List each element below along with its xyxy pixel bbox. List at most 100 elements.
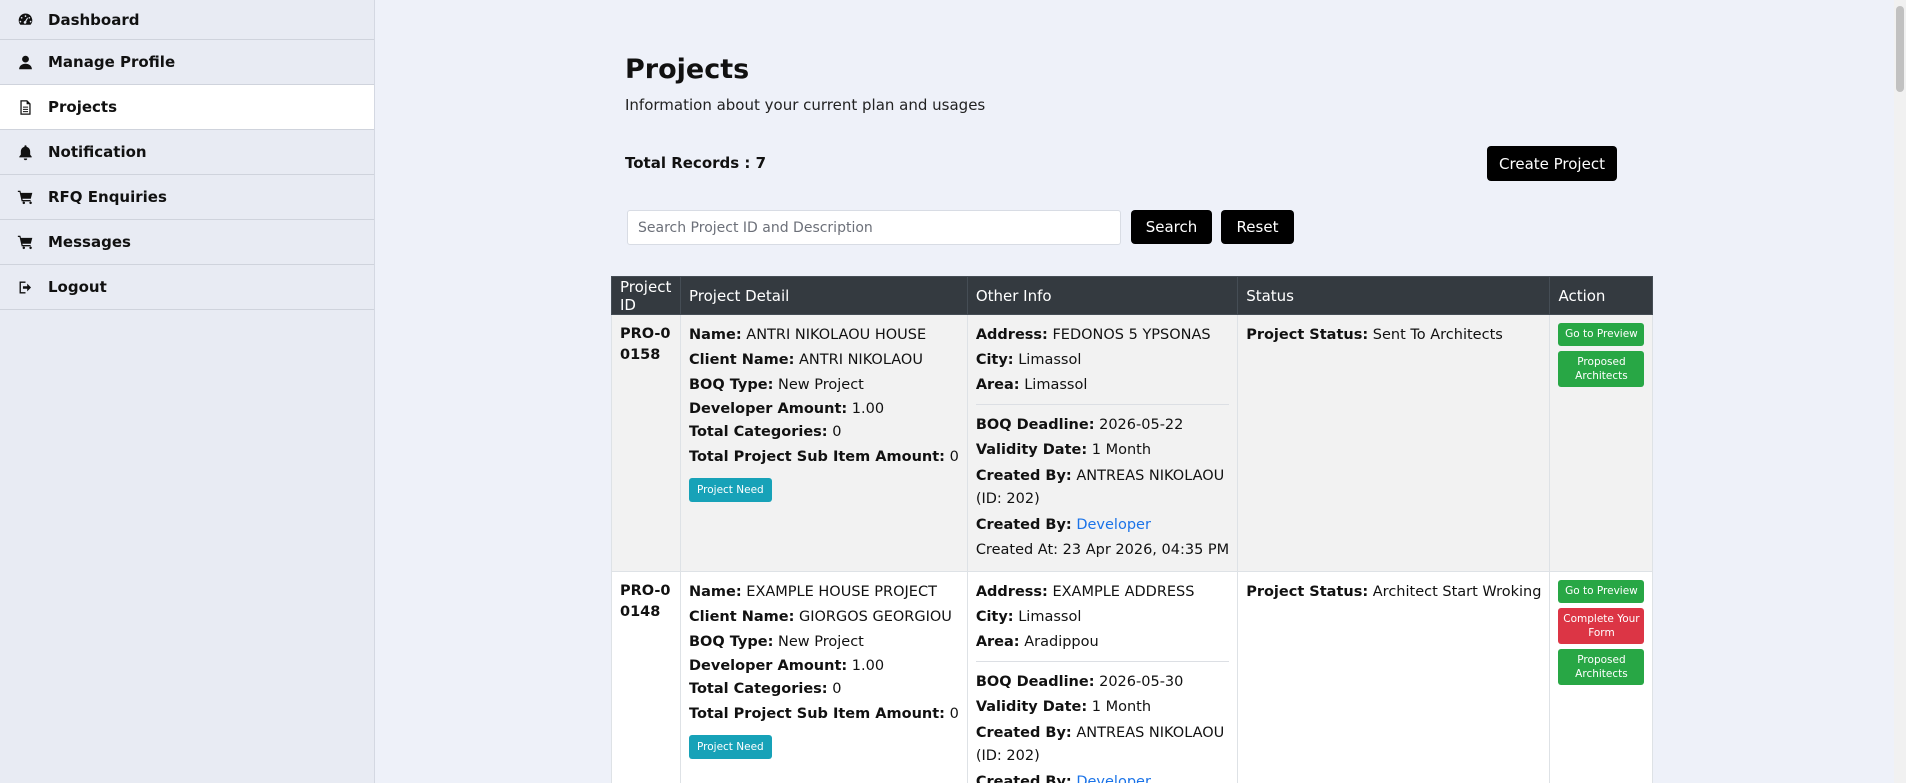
info-created-by: Created By: ANTREAS NIKOLAOU (ID: 202) — [976, 722, 1229, 768]
label: Client Name: — [689, 352, 795, 368]
proposed-architects-button[interactable]: Proposed Architects — [1558, 351, 1645, 387]
value: Sent To Architects — [1372, 327, 1503, 343]
sidebar-item-label: Manage Profile — [48, 53, 176, 71]
info-created-by-role: Created By: Developer — [976, 513, 1229, 538]
table-header-row: Project ID Project Detail Other Info Sta… — [611, 276, 1654, 315]
label: Developer Amount: — [689, 401, 848, 417]
complete-your-form-button[interactable]: Complete Your Form — [1558, 608, 1645, 644]
go-to-preview-button[interactable]: Go to Preview — [1558, 323, 1645, 346]
projects-table: Project ID Project Detail Other Info Sta… — [611, 276, 1654, 783]
divider — [975, 661, 1230, 662]
detail-boq-type: BOQ Type: New Project — [689, 630, 959, 655]
project-status: Project Status: Sent To Architects — [1246, 323, 1541, 348]
sidebar-item-messages[interactable]: Messages — [0, 220, 374, 265]
value: FEDONOS 5 YPSONAS — [1052, 327, 1211, 343]
label: City: — [975, 609, 1014, 625]
label: Project Status: — [1246, 327, 1369, 343]
sidebar-item-rfq-enquiries[interactable]: RFQ Enquiries — [0, 175, 374, 220]
cell-project-detail: Name: ANTRI NIKOLAOU HOUSE Client Name: … — [680, 314, 968, 572]
value: 2026-05-22 — [1099, 417, 1184, 433]
sidebar-item-logout[interactable]: Logout — [0, 265, 374, 310]
sidebar-item-notification[interactable]: Notification — [0, 130, 374, 175]
project-need-button[interactable]: Project Need — [689, 735, 772, 759]
go-to-preview-button[interactable]: Go to Preview — [1558, 580, 1645, 603]
label: BOQ Deadline: — [975, 674, 1095, 690]
cell-other-info: Address: EXAMPLE ADDRESS City: Limassol … — [966, 571, 1239, 783]
value: 0 — [832, 424, 842, 440]
page-subtitle: Information about your current plan and … — [625, 96, 986, 114]
project-id: PRO-00158 — [620, 326, 671, 363]
sidebar-item-manage-profile[interactable]: Manage Profile — [0, 40, 374, 85]
value: Aradippou — [1024, 634, 1099, 650]
info-created-by: Created By: ANTREAS NIKOLAOU (ID: 202) — [976, 465, 1229, 511]
detail-client: Client Name: GIORGOS GEORGIOU — [689, 605, 959, 630]
header-project-detail: Project Detail — [680, 276, 968, 315]
search-input[interactable] — [627, 210, 1121, 245]
header-project-id: Project ID — [611, 276, 681, 315]
value: ANTRI NIKOLAOU — [799, 352, 923, 368]
sidebar-item-dashboard[interactable]: Dashboard — [0, 0, 374, 40]
proposed-architects-button[interactable]: Proposed Architects — [1558, 649, 1645, 685]
label: Address: — [975, 327, 1048, 343]
detail-name: Name: EXAMPLE HOUSE PROJECT — [689, 580, 959, 605]
label: Created By: — [975, 725, 1072, 741]
label: BOQ Deadline: — [975, 417, 1095, 433]
cart-icon — [14, 187, 36, 207]
header-action: Action — [1549, 276, 1654, 315]
bell-icon — [14, 142, 36, 162]
sidebar-item-label: Dashboard — [48, 10, 140, 29]
header-status: Status — [1237, 276, 1551, 315]
label: Total Project Sub Item Amount: — [689, 706, 945, 722]
label: Address: — [975, 584, 1048, 600]
value: New Project — [778, 377, 864, 393]
info-address: Address: EXAMPLE ADDRESS — [976, 580, 1229, 605]
cell-action: Go to Preview Complete Your Form Propose… — [1549, 571, 1654, 783]
info-created-at: Created At: 23 Apr 2026, 04:35 PM — [975, 542, 1230, 558]
table-row: PRO-00158 Name: ANTRI NIKOLAOU HOUSE Cli… — [611, 314, 1654, 572]
sidebar: Dashboard Manage Profile Projects Notifi… — [0, 0, 375, 783]
developer-link[interactable]: Developer — [1076, 517, 1151, 533]
detail-client: Client Name: ANTRI NIKOLAOU — [689, 348, 959, 373]
project-need-button[interactable]: Project Need — [689, 478, 772, 502]
detail-boq-type: BOQ Type: New Project — [689, 373, 959, 398]
label: Area: — [975, 377, 1020, 393]
label: Validity Date: — [975, 699, 1088, 715]
create-project-button[interactable]: Create Project — [1487, 146, 1617, 181]
label: City: — [975, 352, 1014, 368]
scrollbar[interactable] — [1894, 0, 1906, 783]
value: ANTRI NIKOLAOU HOUSE — [746, 327, 927, 343]
cell-status: Project Status: Sent To Architects — [1237, 314, 1551, 572]
label: Area: — [975, 634, 1020, 650]
value: Limassol — [1018, 352, 1082, 368]
dashboard-icon — [14, 10, 36, 30]
search-button[interactable]: Search — [1131, 210, 1212, 244]
scrollbar-thumb[interactable] — [1896, 6, 1904, 92]
document-icon — [14, 97, 36, 117]
sidebar-item-label: RFQ Enquiries — [48, 188, 167, 206]
value: 2026-05-30 — [1099, 674, 1184, 690]
sidebar-item-projects[interactable]: Projects — [0, 85, 374, 130]
value: 0 — [949, 449, 959, 465]
sidebar-item-label: Logout — [48, 278, 107, 296]
reset-button[interactable]: Reset — [1221, 210, 1294, 244]
value: EXAMPLE ADDRESS — [1052, 584, 1195, 600]
value: 1 Month — [1091, 699, 1152, 715]
info-city: City: Limassol — [976, 605, 1229, 630]
label: Client Name: — [689, 609, 795, 625]
sidebar-item-label: Notification — [48, 143, 147, 161]
label: Total Categories: — [689, 681, 828, 697]
value: Limassol — [1024, 377, 1088, 393]
cell-other-info: Address: FEDONOS 5 YPSONAS City: Limasso… — [966, 314, 1239, 572]
cell-action: Go to Preview Proposed Architects — [1549, 314, 1654, 572]
divider — [975, 404, 1230, 405]
cell-status: Project Status: Architect Start Wroking — [1237, 571, 1551, 783]
info-validity: Validity Date: 1 Month — [976, 695, 1229, 720]
detail-total-sub: Total Project Sub Item Amount: 0 — [689, 702, 959, 727]
cell-project-id: PRO-00148 — [611, 571, 681, 783]
detail-name: Name: ANTRI NIKOLAOU HOUSE — [689, 323, 959, 348]
developer-link[interactable]: Developer — [1076, 774, 1151, 783]
value: 0 — [949, 706, 959, 722]
label: Developer Amount: — [689, 658, 848, 674]
project-status: Project Status: Architect Start Wroking — [1246, 580, 1541, 605]
info-created-by-role: Created By: Developer — [976, 770, 1229, 783]
